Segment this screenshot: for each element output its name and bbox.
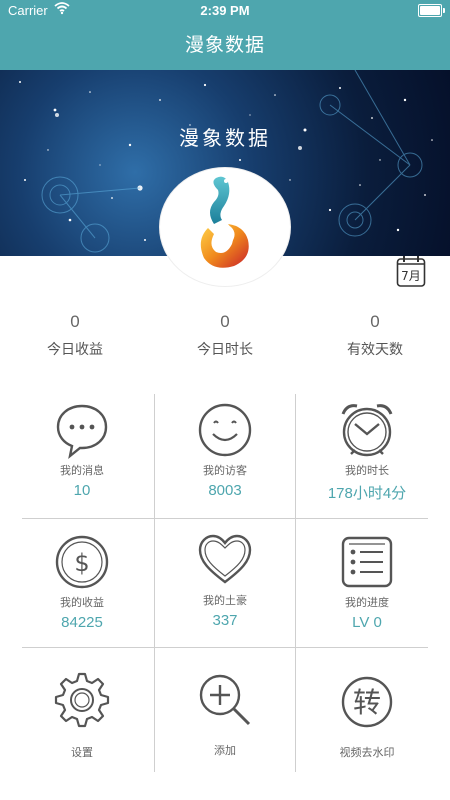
grid-item-settings[interactable]: 设置 (12, 658, 152, 784)
stats-row: 0 今日收益 0 今日时长 0 有效天数 (0, 312, 450, 372)
grid-item-visitors[interactable]: 我的访客 8003 (155, 394, 295, 520)
grid-divider (295, 394, 296, 772)
app-logo (200, 176, 249, 268)
battery-icon (418, 4, 445, 17)
grid-item-value: 10 (73, 482, 91, 499)
grid-item-duration[interactable]: 我的时长 178小时4分 (297, 394, 437, 520)
calendar-icon: 7月 (396, 256, 426, 287)
banner-title: 漫象数据 (179, 128, 271, 150)
grid-item-label: 添加 (214, 745, 236, 757)
grid-item-income[interactable]: $ 我的收益 84225 (12, 526, 152, 652)
avatar[interactable] (160, 168, 290, 286)
grid-item-label: 我的访客 (203, 465, 247, 477)
status-bar: Carrier 2:39 PM (0, 0, 450, 22)
status-time: 2:39 PM (200, 3, 250, 18)
grid-item-value: 178小时4分 (327, 485, 407, 502)
stat-label: 有效天数 (347, 341, 403, 357)
stat-today-income: 0 今日收益 (0, 312, 150, 359)
smiley-icon (198, 403, 252, 457)
grid-item-label: 我的时长 (345, 465, 389, 477)
stat-valid-days: 0 有效天数 (300, 312, 450, 359)
message-icon (56, 404, 108, 459)
grid-item-label: 我的收益 (60, 597, 104, 609)
grid-item-progress[interactable]: 我的进度 LV 0 (297, 526, 437, 652)
checklist-icon (341, 536, 393, 588)
grid-item-label: 我的进度 (345, 597, 389, 609)
convert-glyph: 转 (353, 686, 381, 719)
grid-item-label: 设置 (71, 747, 93, 759)
grid-item-tycoons[interactable]: 我的土豪 337 (155, 526, 295, 652)
grid-item-remove-watermark[interactable]: 转 视频去水印 (297, 658, 437, 784)
gear-icon (54, 672, 110, 728)
calendar-month-label: 7月 (401, 269, 421, 283)
convert-icon: 转 (341, 676, 393, 728)
stat-value: 0 (70, 312, 80, 331)
grid-item-value: 8003 (208, 482, 242, 499)
grid-item-label: 我的土豪 (203, 595, 247, 607)
grid-item-value: 337 (212, 612, 238, 629)
calendar-button[interactable]: 7月 (396, 255, 426, 287)
stat-label: 今日时长 (197, 341, 253, 357)
dollar-icon: $ (55, 535, 109, 589)
grid-item-value: LV 0 (352, 614, 382, 631)
nav-bar: 漫象数据 (0, 22, 450, 70)
zoom-in-icon (199, 674, 251, 726)
stat-value: 0 (370, 312, 380, 331)
alarm-clock-icon (341, 404, 393, 457)
grid-item-messages[interactable]: 我的消息 10 (12, 394, 152, 520)
grid-item-label: 我的消息 (60, 465, 104, 477)
grid-item-value: 84225 (61, 614, 103, 631)
stat-value: 0 (220, 312, 230, 331)
heart-icon (198, 534, 252, 584)
nav-title: 漫象数据 (184, 35, 265, 56)
grid-item-add[interactable]: 添加 (155, 658, 295, 784)
svg-text:$: $ (74, 549, 89, 577)
feature-grid: 我的消息 10 我的访客 8003 我的时长 178小时4分 $ 我的收益 84… (0, 394, 450, 772)
stat-today-duration: 0 今日时长 (150, 312, 300, 359)
grid-item-label: 视频去水印 (339, 747, 395, 759)
stat-label: 今日收益 (47, 341, 103, 357)
